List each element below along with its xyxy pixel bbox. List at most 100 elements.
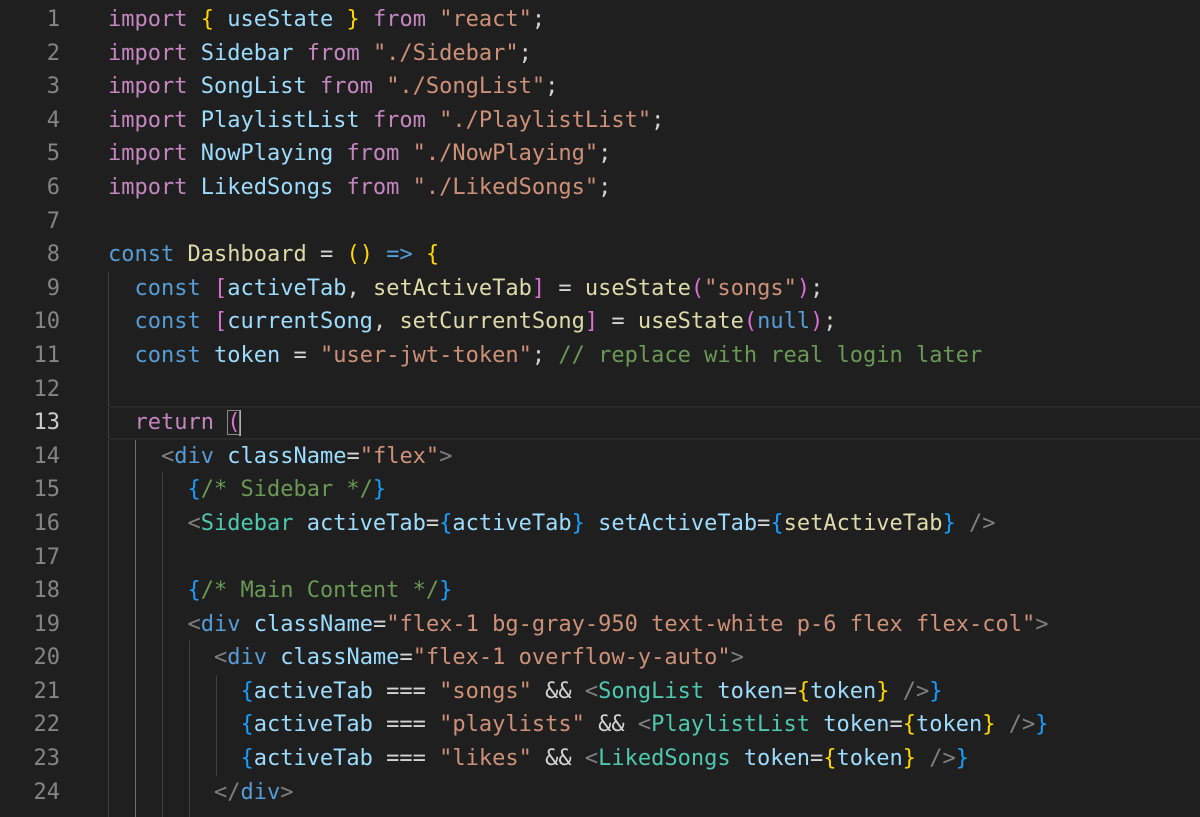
punctuation: <	[187, 611, 201, 637]
line-number: 1	[46, 7, 60, 32]
jsx-tag: div	[174, 443, 214, 469]
code-line: const [activeTab, setActiveTab] = useSta…	[108, 272, 1200, 306]
line-number: 5	[46, 141, 60, 167]
line-number: 10	[33, 309, 61, 335]
punctuation: <	[160, 443, 175, 469]
jsx-attribute: token	[743, 746, 811, 772]
string: "likes"	[439, 746, 532, 772]
line-number: 17	[33, 544, 61, 570]
punctuation: ;	[518, 40, 532, 66]
keyword: import	[108, 141, 188, 167]
comment: // replace with real login later	[558, 342, 983, 368]
jsx-tag: div	[227, 645, 267, 671]
code-editor[interactable]: 1 2 3 4 5 6 7 8 9 10 11 12 13 14 15 16 1…	[0, 0, 1200, 817]
brace: {	[425, 242, 440, 268]
line-number: 11	[33, 342, 61, 368]
code-line: const token = "user-jwt-token"; // repla…	[108, 339, 1200, 373]
identifier: LikedSongs	[200, 174, 334, 200]
punctuation: <	[213, 645, 228, 671]
string: "flex-1 bg-gray-950 text-white p-6 flex …	[386, 611, 1036, 637]
identifier: Sidebar	[200, 40, 294, 66]
line-number: 9	[46, 275, 60, 301]
string: "./NowPlaying"	[412, 141, 599, 167]
brace: }	[1035, 712, 1049, 738]
punctuation: ;	[598, 174, 612, 200]
code-line: import { useState } from "react";	[108, 3, 1200, 37]
function-call: useState	[584, 275, 691, 301]
bracket: [	[213, 309, 228, 335]
code-line: <div className="flex-1 overflow-y-auto">	[108, 641, 1200, 675]
punctuation: />	[889, 678, 930, 704]
line-number: 7	[46, 208, 60, 234]
identifier: activeTab	[227, 275, 347, 301]
operator: =	[372, 611, 387, 637]
punctuation: ;	[651, 107, 665, 133]
string: "./Sidebar"	[372, 40, 519, 66]
operator: =	[598, 309, 638, 335]
code-line: const Dashboard = () => {	[108, 238, 1200, 272]
punctuation: />	[916, 746, 956, 772]
identifier: activeTab	[253, 678, 373, 704]
line-number: 3	[46, 74, 60, 100]
identifier: token	[916, 712, 983, 738]
brace: }	[942, 510, 956, 536]
keyword: from	[319, 74, 373, 100]
operator: =>	[386, 242, 413, 268]
jsx-tag: div	[240, 779, 281, 805]
brace: {	[796, 678, 811, 704]
identifier: token	[213, 342, 281, 368]
keyword: from	[372, 107, 426, 133]
matched-paren: (	[227, 410, 241, 436]
operator: &&	[584, 712, 638, 738]
jsx-tag: div	[200, 611, 241, 637]
code-line: {/* Main Content */}	[108, 574, 1200, 608]
comment: /* Main Content */	[200, 578, 440, 604]
punctuation: </	[213, 779, 241, 805]
line-number: 24	[33, 779, 61, 805]
punctuation: <	[584, 746, 599, 772]
jsx-attribute: token	[717, 678, 784, 704]
brace: {	[240, 746, 254, 772]
identifier: activeTab	[253, 746, 373, 772]
operator: =	[346, 443, 360, 469]
line-number: 14	[33, 443, 61, 469]
identifier: token	[810, 678, 877, 704]
brace: {	[240, 712, 254, 738]
brace: }	[902, 746, 917, 772]
line-number: 15	[33, 477, 61, 503]
code-line: {activeTab === "likes" && <LikedSongs to…	[108, 742, 1200, 776]
paren: )	[359, 242, 373, 268]
keyword: from	[372, 7, 426, 32]
operator: &&	[531, 678, 585, 704]
jsx-attribute: className	[227, 443, 347, 469]
identifier: PlaylistList	[200, 107, 360, 133]
paren: (	[690, 275, 705, 301]
line-number: 4	[46, 107, 60, 133]
operator: ===	[372, 746, 440, 772]
bracket: ]	[584, 309, 599, 335]
keyword: const	[134, 309, 201, 335]
code-line: import Sidebar from "./Sidebar";	[108, 37, 1200, 71]
string: "songs"	[439, 678, 532, 704]
keyword: const	[134, 342, 201, 368]
operator: ===	[372, 678, 440, 704]
brace: {	[187, 477, 201, 503]
identifier: currentSong	[227, 309, 373, 335]
string: "songs"	[704, 275, 797, 301]
identifier: SongList	[200, 74, 307, 100]
string: "user-jwt-token"	[319, 342, 532, 368]
keyword: from	[346, 174, 400, 200]
keyword: from	[306, 40, 360, 66]
code-line: import LikedSongs from "./LikedSongs";	[108, 171, 1200, 205]
paren: )	[810, 309, 824, 335]
operator: =	[757, 510, 771, 536]
code-area[interactable]: import { useState } from "react"; import…	[108, 3, 1200, 809]
string: "react"	[439, 7, 532, 32]
brace: {	[187, 578, 201, 604]
brace: {	[240, 678, 254, 704]
literal: null	[757, 309, 811, 335]
brace: }	[372, 477, 387, 503]
operator: =	[399, 645, 413, 671]
line-number: 16	[33, 510, 61, 536]
